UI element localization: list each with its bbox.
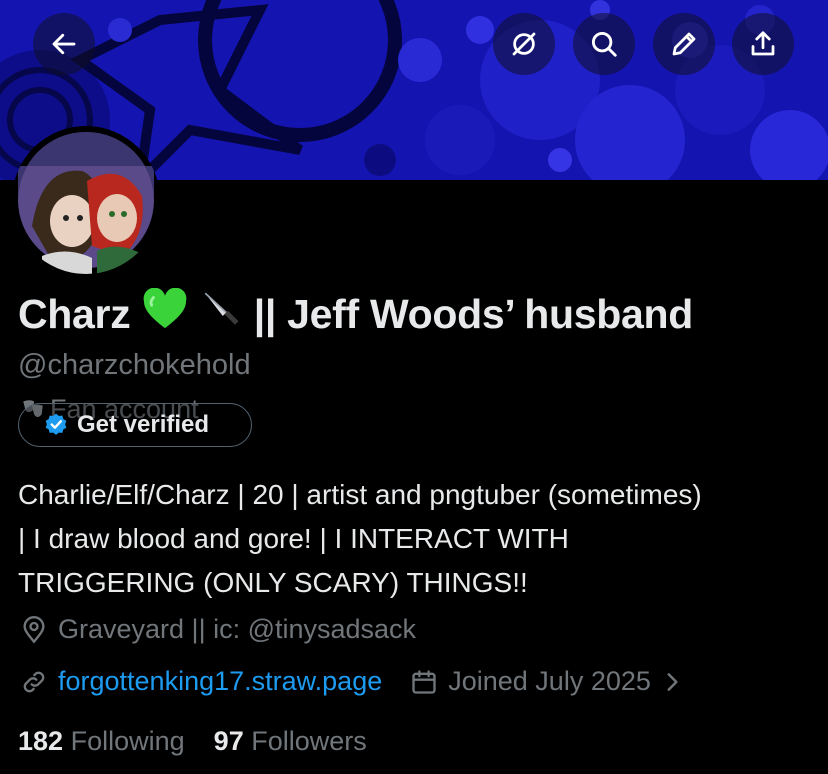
profile-joined-date[interactable]: Joined July 2025 <box>448 666 651 697</box>
get-verified-label: Get verified <box>77 411 210 438</box>
pencil-icon <box>672 32 696 56</box>
display-name: Charz || Jeff Woods’ husband <box>18 287 694 340</box>
share-button[interactable] <box>732 13 794 75</box>
link-icon <box>23 671 45 692</box>
knife-icon <box>199 288 243 340</box>
display-name-suffix: || Jeff Woods’ husband <box>253 291 694 337</box>
location-pin-icon <box>23 615 45 643</box>
calendar-icon <box>412 669 436 694</box>
followers-link[interactable]: 97 Followers <box>214 726 367 756</box>
followers-count: 97 <box>213 726 244 756</box>
green-heart-icon <box>142 287 188 340</box>
profile-meta-row: forgottenking17.straw.page Joined July 2… <box>20 666 695 697</box>
avatar[interactable] <box>12 126 160 274</box>
edit-button[interactable] <box>653 13 715 75</box>
grok-icon <box>512 32 536 56</box>
share-icon <box>751 31 775 56</box>
follow-stats: 182 Following 97 Followers <box>18 726 367 757</box>
avatar-art <box>18 132 154 274</box>
chevron-right-icon[interactable] <box>659 669 685 695</box>
following-link[interactable]: 182 Following <box>18 726 192 756</box>
search-button[interactable] <box>573 13 635 75</box>
arrow-left-icon <box>52 33 76 55</box>
followers-label: Followers <box>251 726 367 756</box>
verified-badge-icon <box>45 413 67 435</box>
profile-bio: Charlie/Elf/Charz | 20 | artist and pngt… <box>18 479 702 598</box>
grok-button[interactable] <box>493 13 555 75</box>
search-icon <box>591 31 617 57</box>
display-name-text: Charz <box>18 291 131 337</box>
profile-website-link[interactable]: forgottenking17.straw.page <box>58 666 382 697</box>
profile-location: Graveyard || ic: @tinysadsack <box>20 614 416 645</box>
profile-location-text: Graveyard || ic: @tinysadsack <box>58 614 417 644</box>
back-button[interactable] <box>33 13 95 75</box>
user-handle: @charzchokehold <box>18 349 251 381</box>
following-count: 182 <box>18 726 64 756</box>
get-verified-button[interactable]: Get verified <box>18 403 252 447</box>
following-label: Following <box>70 726 185 756</box>
